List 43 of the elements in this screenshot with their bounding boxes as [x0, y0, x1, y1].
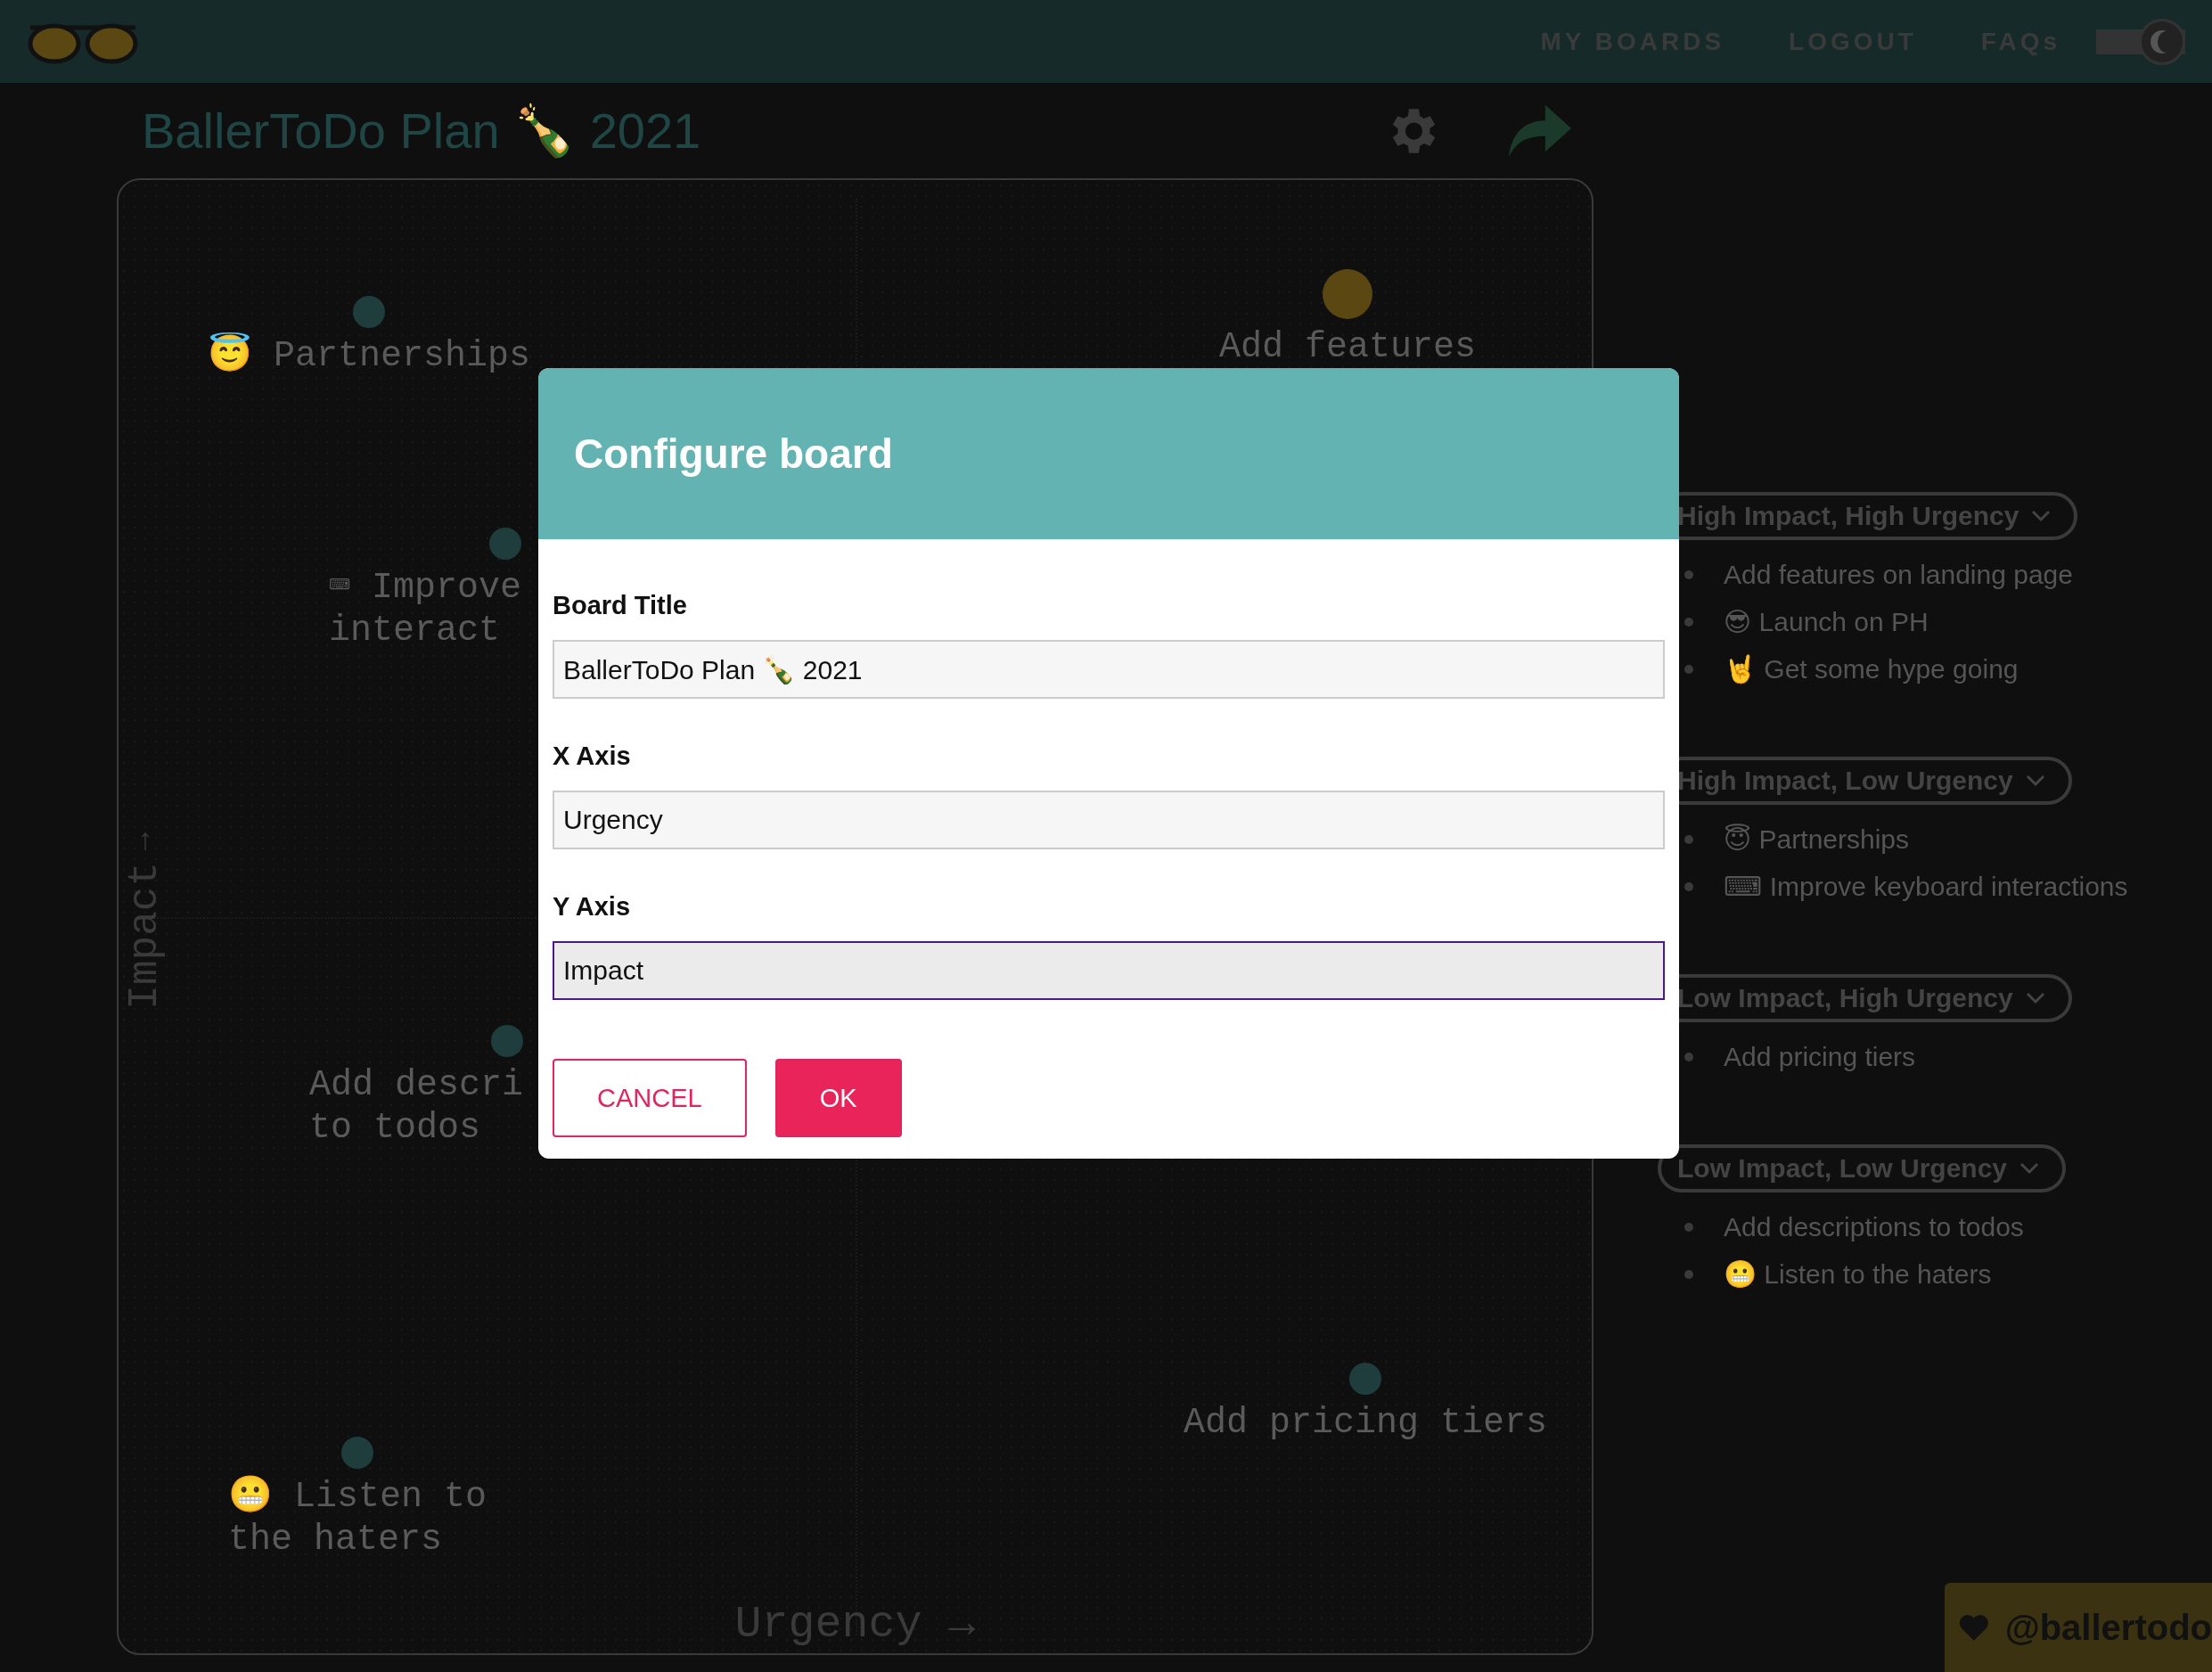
chevron-down-icon: [2019, 1162, 2040, 1175]
bullet-icon: [1684, 664, 1693, 674]
todo-item: 🤘 Get some hype going: [1724, 653, 2019, 685]
point-dot[interactable]: [489, 528, 522, 560]
todo-item: Add features on landing page: [1724, 559, 2073, 591]
point-label: Add pricing tiers: [1184, 1402, 1548, 1445]
bullet-icon: [1684, 1222, 1693, 1232]
point-dot[interactable]: [491, 1025, 524, 1057]
todo-item: ⌨ Improve keyboard interactions: [1724, 871, 2128, 903]
bullet-icon: [1684, 1052, 1693, 1061]
bullet-icon: [1684, 617, 1693, 627]
point-label: Add descri to todos: [309, 1064, 524, 1150]
todo-item: 😬 Listen to the haters: [1724, 1258, 1992, 1291]
todo-item: 😇 Partnerships: [1724, 823, 1910, 856]
cancel-button[interactable]: CANCEL: [553, 1059, 747, 1137]
todo-item: 😎 Launch on PH: [1724, 606, 1929, 638]
dialog-title: Configure board: [574, 430, 893, 478]
share-button[interactable]: [1509, 103, 1572, 158]
todo-item: Add descriptions to todos: [1724, 1211, 2024, 1243]
chevron-down-icon: [2031, 510, 2052, 522]
input-field[interactable]: Impact: [553, 941, 1665, 1000]
bullet-icon: [1684, 834, 1693, 844]
field-label: Y Axis: [553, 892, 632, 922]
bullet-icon: [1684, 881, 1693, 891]
bullet-icon: [1684, 1269, 1693, 1279]
point-dot[interactable]: [1349, 1363, 1382, 1395]
point-label: Add features: [1219, 326, 1477, 369]
point-label: 😬 Listen to the haters: [228, 1476, 487, 1561]
point-dot[interactable]: [1323, 269, 1372, 319]
point-label: ⌨ Improve interact: [329, 567, 522, 652]
point-dot[interactable]: [353, 296, 386, 328]
input-field[interactable]: Urgency: [553, 791, 1665, 849]
input-field[interactable]: BallerToDo Plan 🍾 2021: [553, 640, 1665, 699]
point-dot[interactable]: [341, 1437, 373, 1469]
axis-arrow: ↑: [137, 822, 153, 856]
field-label: X Axis: [553, 742, 632, 771]
todo-item: Add pricing tiers: [1724, 1041, 1916, 1073]
share-arrow-icon: [1509, 103, 1572, 158]
bullet-icon: [1684, 570, 1693, 579]
chevron-down-icon: [2025, 775, 2045, 787]
chevron-down-icon: [2025, 992, 2045, 1004]
ok-button[interactable]: OK: [774, 1059, 902, 1137]
field-label: Board Title: [553, 591, 688, 620]
